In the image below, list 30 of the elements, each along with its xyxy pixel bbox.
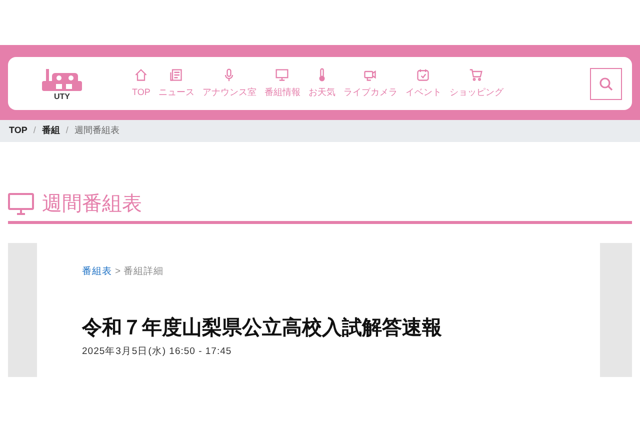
- nav-link[interactable]: 番組情報: [262, 68, 302, 100]
- home-icon: [134, 68, 148, 82]
- program-title: 令和７年度山梨県公立高校入試解答速報: [82, 316, 443, 342]
- cart-icon: [469, 68, 484, 82]
- nav-link[interactable]: ショッピング: [447, 68, 506, 100]
- nav-link[interactable]: ライブカメラ: [341, 68, 400, 100]
- nav-link[interactable]: ニュース: [156, 68, 196, 100]
- current-page-label: 番組詳細: [124, 265, 164, 279]
- camera-icon: [363, 68, 378, 82]
- breadcrumb-link[interactable]: 番組: [42, 124, 60, 138]
- section-title: 週間番組表: [42, 194, 142, 214]
- search-icon: [599, 76, 613, 90]
- program-datetime: 2025年3月5日(水) 16:50 - 17:45: [82, 345, 233, 360]
- monitor-icon: [275, 68, 290, 82]
- logo-icon: [42, 66, 82, 92]
- calendar-icon: [416, 68, 430, 82]
- breadcrumb-link[interactable]: TOP: [9, 124, 28, 138]
- breadcrumb-link[interactable]: 週間番組表: [74, 124, 120, 138]
- nav-link[interactable]: TOP: [130, 68, 152, 100]
- nav-link[interactable]: お天気: [306, 68, 338, 100]
- breadcrumb-separator: >: [115, 265, 121, 279]
- logo-text: UTY: [54, 92, 70, 100]
- breadcrumb-separator: /: [33, 124, 36, 138]
- breadcrumb-link[interactable]: 番組表: [82, 265, 112, 280]
- search-button[interactable]: [590, 68, 622, 100]
- newspaper-icon: [169, 68, 184, 82]
- nav-link[interactable]: アナウンス室: [200, 68, 258, 100]
- breadcrumb-separator: /: [66, 124, 68, 138]
- monitor-icon: [8, 193, 34, 215]
- nav-link[interactable]: イベント: [403, 68, 444, 100]
